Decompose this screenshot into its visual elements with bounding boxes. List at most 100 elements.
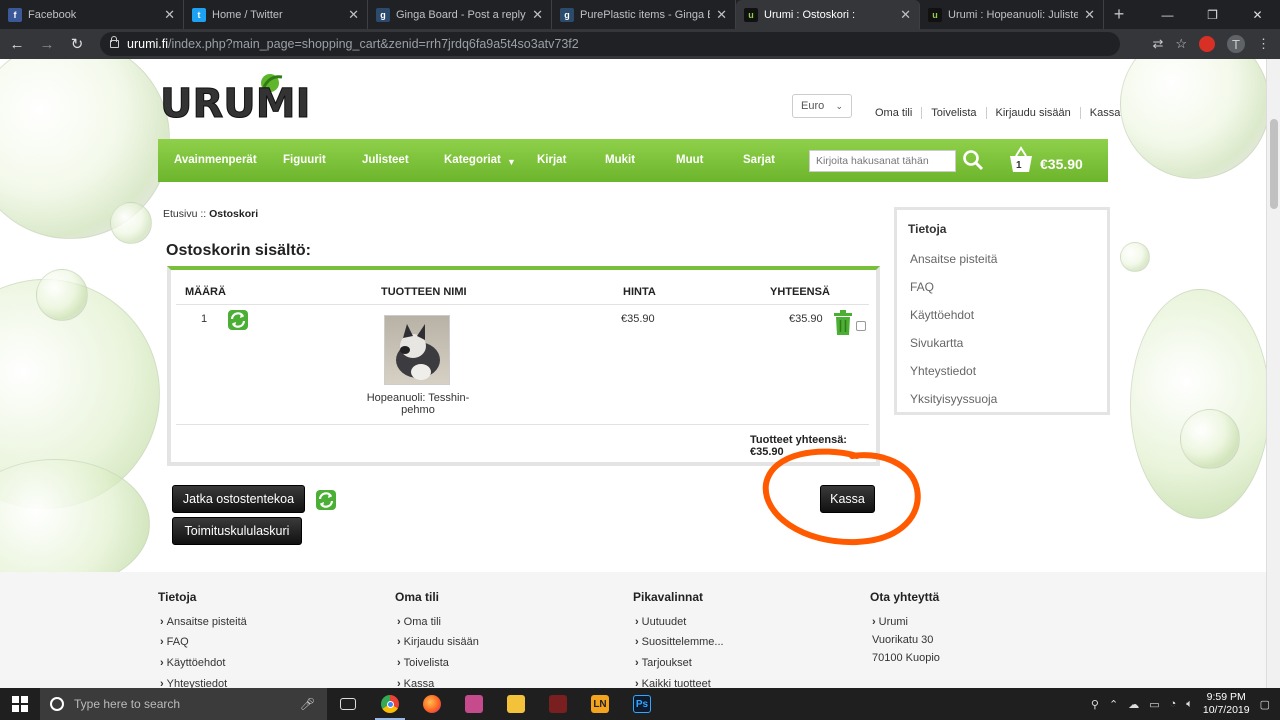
nav-item-avainmenperat[interactable]: Avainmenperät (174, 154, 257, 166)
footer-link[interactable]: › Kassa (397, 678, 434, 688)
shipping-calculator-button[interactable]: Toimituskululaskuri (172, 517, 302, 545)
window-close-icon[interactable]: ✕ (1235, 0, 1280, 29)
notifications-icon[interactable]: ▢ (1260, 698, 1270, 711)
footer-link[interactable]: › FAQ (160, 636, 189, 648)
windows-taskbar: Type here to search 🎤︎ LN Ps ⚲ ⌃ ☁ ▭ ◔ 🔈… (0, 688, 1280, 720)
footer-link[interactable]: › Toivelista (397, 657, 449, 669)
tab-pureplastic[interactable]: g PurePlastic items - Ginga Bo ✕ (552, 0, 736, 29)
task-view-icon[interactable] (327, 688, 369, 720)
tab-title: Home / Twitter (212, 8, 283, 21)
microphone-icon[interactable]: 🎤︎ (300, 697, 315, 711)
cart-total[interactable]: €35.90 (1040, 156, 1083, 172)
nav-item-julisteet[interactable]: Julisteet (362, 154, 409, 166)
minimize-icon[interactable]: — (1145, 0, 1190, 29)
remove-checkbox[interactable] (856, 321, 866, 331)
reload-icon[interactable]: ↻ (64, 31, 90, 57)
nav-item-kategoriat[interactable]: Kategoriat (444, 154, 501, 166)
footer-link[interactable]: › Suosittelemme... (635, 636, 724, 648)
close-icon[interactable]: ✕ (164, 7, 175, 23)
footer-link[interactable]: › Urumi (872, 616, 908, 628)
translate-icon[interactable]: ⇄ (1152, 36, 1163, 52)
footer-link[interactable]: › Tarjoukset (635, 657, 692, 669)
footer-link[interactable]: › Yhteystiedot (160, 678, 227, 688)
cloud-icon[interactable]: ☁ (1128, 698, 1139, 711)
close-icon[interactable]: ✕ (1084, 7, 1095, 23)
chevron-up-icon[interactable]: ⌃ (1109, 698, 1118, 711)
tab-urumi-product[interactable]: u Urumi : Hopeanuoli: Juliste: h ✕ (920, 0, 1104, 29)
game-icon[interactable] (537, 688, 579, 720)
browser-tab-strip: f Facebook ✕ t Home / Twitter ✕ g Ginga Board… (0, 0, 1280, 29)
dropdown-arrow-icon[interactable]: ▼ (507, 157, 516, 167)
link-checkout[interactable]: Kassa (1081, 107, 1121, 119)
product-total: €35.90 (789, 313, 823, 325)
link-wishlist[interactable]: Toivelista (922, 107, 987, 119)
battery-icon[interactable]: ▭ (1149, 698, 1159, 711)
volume-icon[interactable]: 🔈︎ (1186, 698, 1193, 711)
bookmark-star-icon[interactable]: ☆ (1175, 36, 1187, 52)
close-icon[interactable]: ✕ (900, 7, 911, 23)
ln-app-icon[interactable]: LN (579, 688, 621, 720)
chrome-icon[interactable] (369, 688, 411, 720)
nav-item-kirjat[interactable]: Kirjat (537, 154, 566, 166)
breadcrumb-home[interactable]: Etusivu (163, 208, 197, 220)
search-input[interactable]: Kirjoita hakusanat tähän (809, 150, 956, 172)
link-account[interactable]: Oma tili (866, 107, 923, 119)
nav-item-figuurit[interactable]: Figuurit (283, 154, 326, 166)
sidebar-link[interactable]: Yksityisyyssuoja (910, 392, 997, 406)
nav-item-muut[interactable]: Muut (676, 154, 703, 166)
maximize-icon[interactable]: ❐ (1190, 0, 1235, 29)
footer-link[interactable]: › Ansaitse pisteitä (160, 616, 247, 628)
firefox-icon[interactable] (411, 688, 453, 720)
new-tab-button[interactable]: + (1104, 0, 1134, 29)
tab-urumi-cart[interactable]: u Urumi : Ostoskori : ✕ (736, 0, 920, 29)
photoshop-icon[interactable]: Ps (621, 688, 663, 720)
snipping-tool-icon[interactable] (453, 688, 495, 720)
sidebar-link[interactable]: Ansaitse pisteitä (910, 252, 997, 266)
menu-icon[interactable]: ⋮ (1257, 36, 1270, 52)
sidebar-link[interactable]: FAQ (910, 280, 934, 294)
nav-item-mukit[interactable]: Mukit (605, 154, 635, 166)
clock[interactable]: 9:59 PM 10/7/2019 (1203, 691, 1250, 717)
footer-link[interactable]: › Oma tili (397, 616, 441, 628)
footer-link[interactable]: › Kirjaudu sisään (397, 636, 479, 648)
sidebar-link[interactable]: Sivukartta (910, 336, 963, 350)
tab-ginga-board[interactable]: g Ginga Board - Post a reply ✕ (368, 0, 552, 29)
footer-link[interactable]: › Kaikki tuotteet (635, 678, 711, 688)
footer-link[interactable]: › Käyttöehdot (160, 657, 225, 669)
back-icon[interactable]: ← (4, 31, 30, 57)
link-login[interactable]: Kirjaudu sisään (987, 107, 1081, 119)
windows-start-icon[interactable] (0, 688, 40, 720)
sidebar-link[interactable]: Käyttöehdot (910, 308, 974, 322)
address-bar[interactable]: urumi.fi/index.php?main_page=shopping_ca… (100, 32, 1120, 56)
urumi-logo[interactable]: URUMI (158, 73, 318, 121)
refresh-icon[interactable] (228, 310, 248, 330)
nav-item-sarjat[interactable]: Sarjat (743, 154, 775, 166)
decorative-bubble (1180, 409, 1240, 469)
extension-icon[interactable] (1199, 36, 1215, 52)
wifi-icon[interactable]: ◔ (1170, 698, 1177, 710)
footer-link[interactable]: › Uutuudet (635, 616, 686, 628)
lock-icon (110, 36, 119, 48)
continue-shopping-button[interactable]: Jatka ostostentekoa (172, 485, 305, 513)
file-explorer-icon[interactable] (495, 688, 537, 720)
close-icon[interactable]: ✕ (716, 7, 727, 23)
cart-qty[interactable]: 1 (201, 313, 207, 325)
update-cart-icon[interactable] (316, 490, 336, 510)
scrollbar-thumb[interactable] (1270, 119, 1278, 209)
page-scrollbar[interactable] (1266, 59, 1280, 688)
trash-icon[interactable] (833, 310, 853, 335)
currency-select[interactable]: Euro ⌄ (792, 94, 852, 118)
top-links: Oma tili Toivelista Kirjaudu sisään Kass… (866, 107, 1120, 119)
close-icon[interactable]: ✕ (348, 7, 359, 23)
sidebar-link[interactable]: Yhteystiedot (910, 364, 976, 378)
tab-facebook[interactable]: f Facebook ✕ (0, 0, 184, 29)
taskbar-search[interactable]: Type here to search 🎤︎ (40, 688, 327, 720)
profile-avatar[interactable]: T (1227, 35, 1245, 53)
product-image[interactable] (384, 315, 450, 385)
search-icon[interactable] (962, 149, 984, 171)
forward-icon[interactable]: → (34, 31, 60, 57)
people-icon[interactable]: ⚲ (1091, 698, 1099, 711)
tab-twitter[interactable]: t Home / Twitter ✕ (184, 0, 368, 29)
close-icon[interactable]: ✕ (532, 7, 543, 23)
product-name[interactable]: Hopeanuoli: Tesshin-pehmo (352, 392, 484, 416)
